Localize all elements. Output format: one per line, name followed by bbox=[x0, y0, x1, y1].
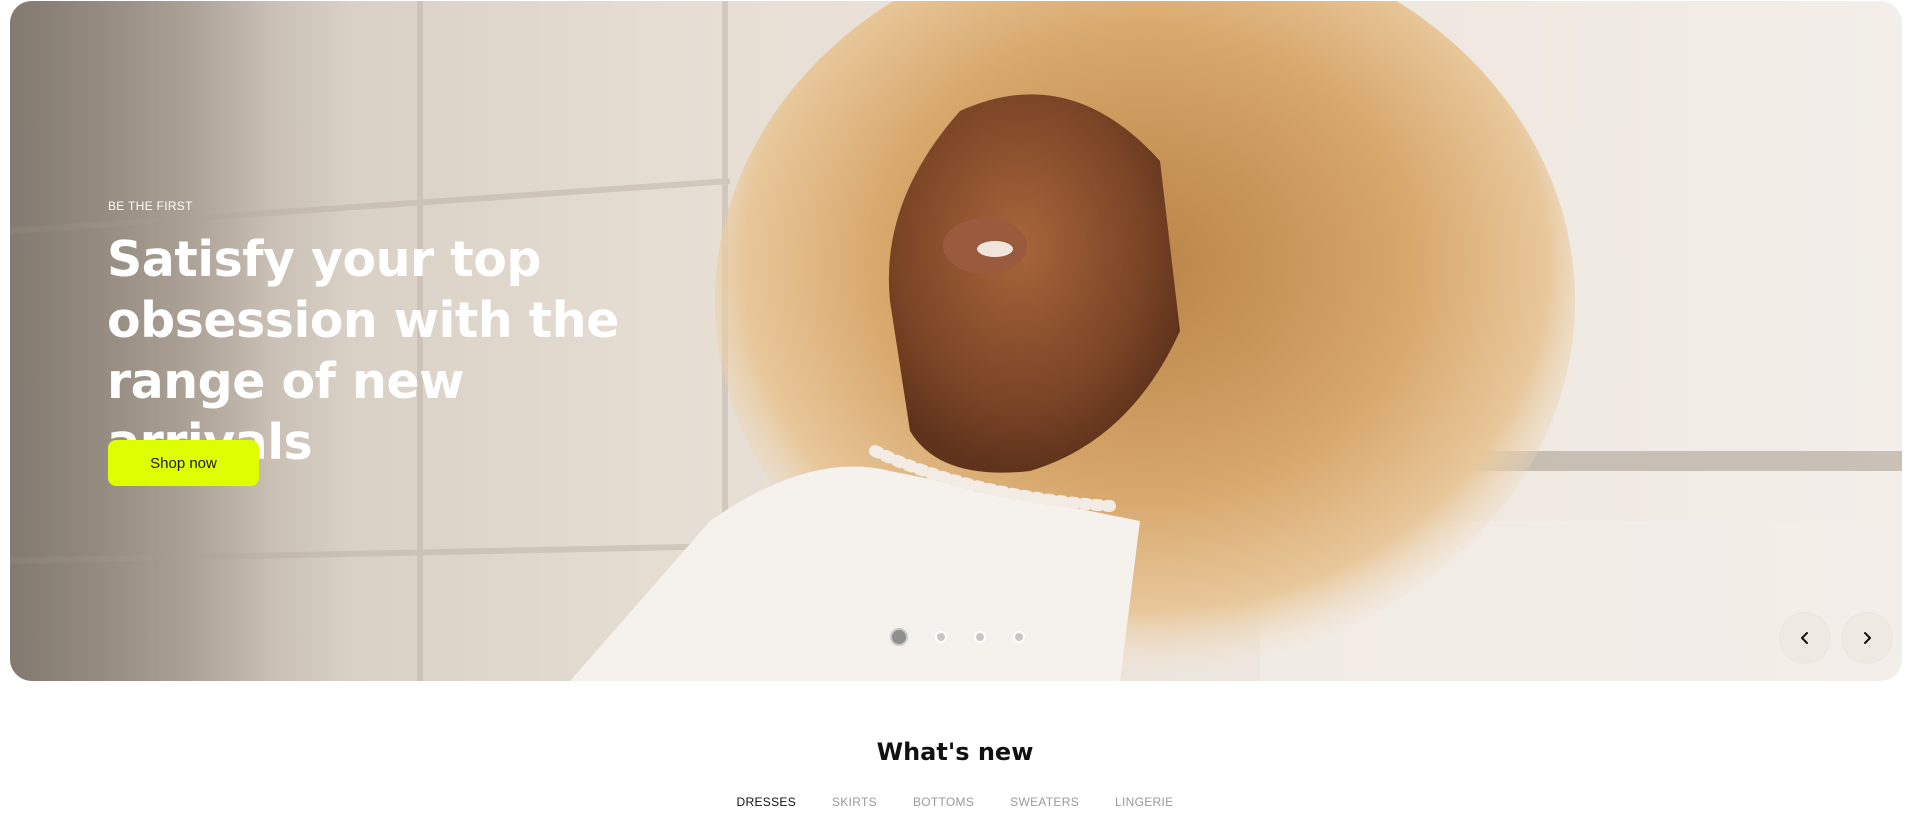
tab-dresses[interactable]: DRESSES bbox=[737, 795, 796, 809]
slide-indicators bbox=[890, 628, 1052, 646]
slide-dot-3[interactable] bbox=[974, 631, 986, 643]
tab-lingerie[interactable]: LINGERIE bbox=[1115, 795, 1173, 809]
category-tabs: DRESSES SKIRTS BOTTOMS SWEATERS LINGERIE bbox=[0, 795, 1910, 809]
tab-skirts[interactable]: SKIRTS bbox=[832, 795, 877, 809]
hero-banner: BE THE FIRST Satisfy your top obsession … bbox=[10, 1, 1902, 681]
shop-now-button[interactable]: Shop now bbox=[108, 440, 259, 486]
tab-sweaters[interactable]: SWEATERS bbox=[1010, 795, 1079, 809]
whats-new-title: What's new bbox=[876, 738, 1034, 766]
slide-dot-1[interactable] bbox=[890, 628, 908, 646]
hero-eyebrow: BE THE FIRST bbox=[108, 199, 193, 213]
chevron-right-icon bbox=[1864, 632, 1871, 644]
next-slide-button[interactable] bbox=[1842, 613, 1892, 663]
slide-dot-2[interactable] bbox=[935, 631, 947, 643]
slide-dot-4[interactable] bbox=[1013, 631, 1025, 643]
chevron-left-icon bbox=[1801, 632, 1808, 644]
previous-slide-button[interactable] bbox=[1780, 613, 1830, 663]
hero-headline: Satisfy your top obsession with the rang… bbox=[107, 231, 619, 471]
tab-bottoms[interactable]: BOTTOMS bbox=[913, 795, 974, 809]
